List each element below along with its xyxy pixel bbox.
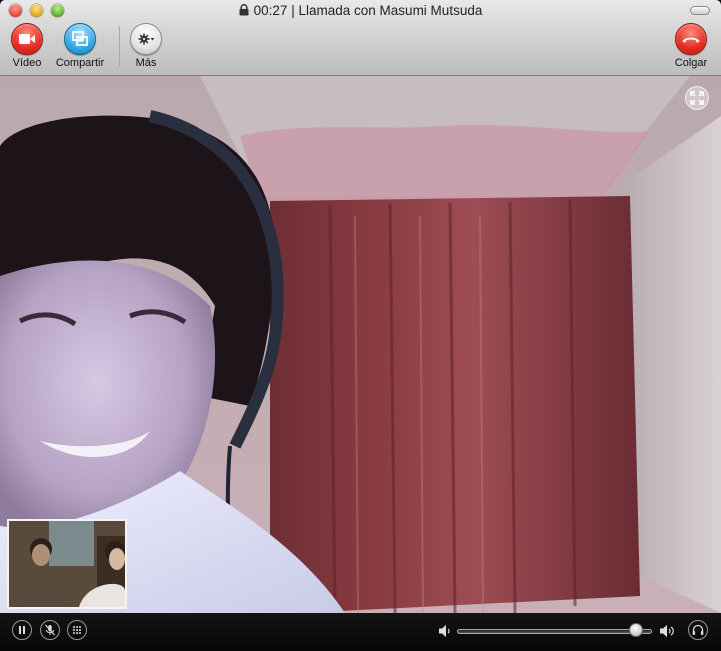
- video-camera-icon: [11, 23, 43, 55]
- more-label: Más: [135, 57, 157, 69]
- more-button[interactable]: Más: [106, 23, 186, 69]
- audio-settings-button[interactable]: [688, 620, 708, 640]
- phone-hangup-icon: [675, 23, 707, 55]
- call-timer: 00:27: [253, 3, 288, 18]
- share-screen-icon: [64, 23, 96, 55]
- gear-icon: [130, 23, 162, 55]
- window-toolbar: 00:27 | Llamada con Masumi Mutsuda Vídeo…: [0, 0, 721, 76]
- fullscreen-button[interactable]: [685, 86, 709, 110]
- self-view-video[interactable]: [7, 519, 127, 609]
- pause-icon: [19, 626, 25, 634]
- mic-mute-icon: [45, 624, 55, 636]
- dialpad-icon: [73, 626, 81, 634]
- pause-button[interactable]: [12, 620, 32, 640]
- fullscreen-icon: [690, 91, 704, 105]
- headphones-icon: [692, 624, 704, 635]
- call-controls-bar: [0, 613, 721, 651]
- remote-video[interactable]: [0, 76, 721, 613]
- hangup-label: Colgar: [674, 57, 708, 69]
- volume-high-icon: [660, 625, 674, 637]
- self-view-frame: [9, 521, 125, 607]
- volume-low-icon: [439, 625, 450, 637]
- dialpad-button[interactable]: [67, 620, 87, 640]
- title-separator: |: [291, 3, 295, 18]
- volume-slider-thumb[interactable]: [629, 623, 644, 637]
- volume-slider[interactable]: [457, 629, 652, 634]
- call-title: Llamada con Masumi Mutsuda: [298, 3, 483, 18]
- mute-button[interactable]: [40, 620, 60, 640]
- lock-icon: [239, 4, 249, 16]
- window-title: 00:27 | Llamada con Masumi Mutsuda: [0, 3, 721, 18]
- hangup-button[interactable]: Colgar: [651, 23, 721, 69]
